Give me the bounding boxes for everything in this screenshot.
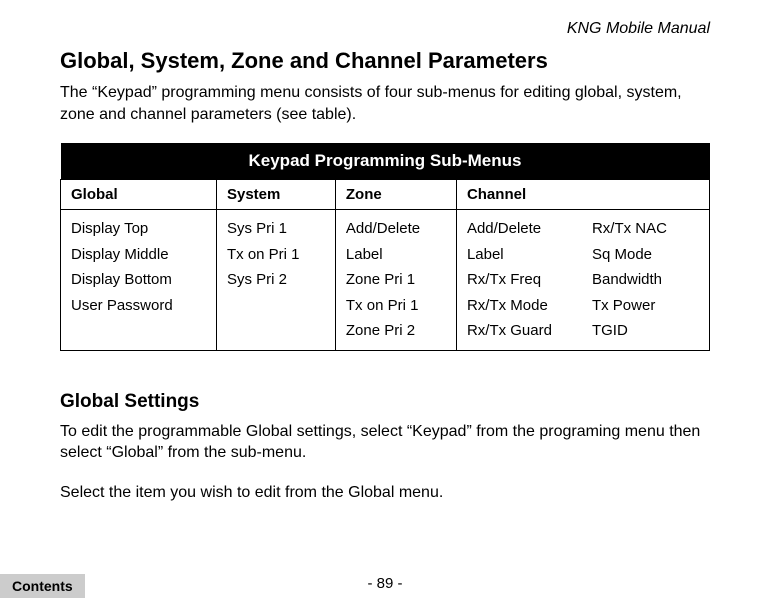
- zone-item: Label: [346, 242, 446, 268]
- channel-item: Rx/Tx NAC: [592, 216, 699, 242]
- section-title-global-settings: Global Settings: [60, 391, 710, 413]
- cell-global: Display Top Display Middle Display Botto…: [61, 210, 217, 351]
- manual-title: KNG Mobile Manual: [60, 20, 710, 38]
- cell-zone: Add/Delete Label Zone Pri 1 Tx on Pri 1 …: [335, 210, 456, 351]
- channel-item: Rx/Tx Mode: [467, 293, 574, 319]
- zone-item: Add/Delete: [346, 216, 446, 242]
- channel-item: Rx/Tx Guard: [467, 318, 574, 344]
- contents-tab[interactable]: Contents: [0, 574, 85, 598]
- zone-item: Zone Pri 1: [346, 267, 446, 293]
- col-header-zone: Zone: [335, 180, 456, 210]
- channel-item: Label: [467, 242, 574, 268]
- page-number: - 89 -: [0, 575, 770, 592]
- section2-paragraph1: To edit the programmable Global settings…: [60, 421, 710, 464]
- channel-item: Tx Power: [592, 293, 699, 319]
- global-item: Display Bottom: [71, 267, 206, 293]
- keypad-submenus-table: Keypad Programming Sub-Menus Global Syst…: [60, 143, 710, 351]
- channel-item: TGID: [592, 318, 699, 344]
- channel-item: Sq Mode: [592, 242, 699, 268]
- global-item: User Password: [71, 293, 206, 319]
- system-item: Sys Pri 2: [227, 267, 325, 293]
- zone-item: Tx on Pri 1: [346, 293, 446, 319]
- cell-channel: Add/Delete Label Rx/Tx Freq Rx/Tx Mode R…: [456, 210, 709, 351]
- section2-paragraph2: Select the item you wish to edit from th…: [60, 482, 710, 504]
- system-item: Tx on Pri 1: [227, 242, 325, 268]
- col-header-system: System: [216, 180, 335, 210]
- section-title-parameters: Global, System, Zone and Channel Paramet…: [60, 48, 710, 74]
- channel-item: Bandwidth: [592, 267, 699, 293]
- global-item: Display Middle: [71, 242, 206, 268]
- system-item: Sys Pri 1: [227, 216, 325, 242]
- section1-paragraph: The “Keypad” programming menu consists o…: [60, 82, 710, 125]
- channel-item: Rx/Tx Freq: [467, 267, 574, 293]
- col-header-channel: Channel: [456, 180, 709, 210]
- cell-system: Sys Pri 1 Tx on Pri 1 Sys Pri 2: [216, 210, 335, 351]
- global-item: Display Top: [71, 216, 206, 242]
- channel-item: Add/Delete: [467, 216, 574, 242]
- table-title: Keypad Programming Sub-Menus: [61, 143, 710, 180]
- col-header-global: Global: [61, 180, 217, 210]
- zone-item: Zone Pri 2: [346, 318, 446, 344]
